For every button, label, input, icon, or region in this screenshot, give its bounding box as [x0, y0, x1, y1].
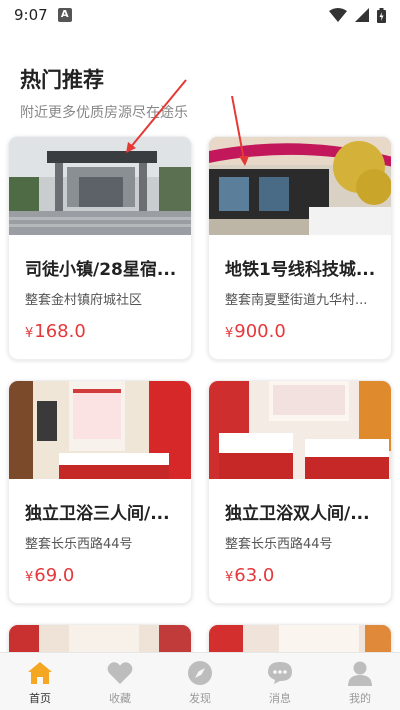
listing-title: 地铁1号线科技城...	[225, 260, 376, 280]
tab-profile[interactable]: 我的	[320, 653, 400, 710]
listing-price: ¥168.0	[25, 321, 86, 342]
listing-price: ¥63.0	[225, 565, 274, 586]
listing-address: 整套金村镇府城社区	[25, 293, 143, 308]
chat-icon	[266, 659, 294, 687]
tab-label: 消息	[269, 692, 291, 705]
listing-address: 整套长乐西路44号	[225, 537, 333, 552]
listing-address: 整套长乐西路44号	[25, 537, 133, 552]
listing-card[interactable]: 地铁1号线科技城... 整套南夏墅街道九华村... ¥900.0	[208, 136, 392, 360]
currency-symbol: ¥	[25, 326, 34, 341]
listing-price: ¥69.0	[25, 565, 74, 586]
home-icon	[26, 659, 54, 687]
bottom-tab-bar: 首页 收藏 发现 消息 我的	[0, 652, 400, 710]
price-value: 69.0	[34, 565, 75, 586]
section-title: 热门推荐	[20, 68, 104, 92]
listing-address: 整套南夏墅街道九华村...	[225, 293, 368, 308]
status-icons	[329, 7, 386, 23]
listing-photo	[9, 137, 191, 235]
price-value: 168.0	[34, 321, 86, 342]
listing-card[interactable]: 独立卫浴三人间/... 整套长乐西路44号 ¥69.0	[8, 380, 192, 604]
listing-photo	[209, 381, 391, 479]
heart-icon	[106, 659, 134, 687]
price-value: 900.0	[234, 321, 286, 342]
notification-icon: A	[57, 8, 72, 22]
currency-symbol: ¥	[225, 570, 234, 585]
listing-card[interactable]: 司徒小镇/28星宿... 整套金村镇府城社区 ¥168.0	[8, 136, 192, 360]
price-value: 63.0	[234, 565, 275, 586]
listing-photo	[209, 137, 391, 235]
currency-symbol: ¥	[25, 570, 34, 585]
tab-label: 发现	[189, 692, 211, 705]
user-icon	[346, 659, 374, 687]
signal-icon	[355, 8, 369, 22]
status-bar: 9:07 A	[0, 0, 400, 30]
tab-label: 收藏	[109, 692, 131, 705]
tab-messages[interactable]: 消息	[240, 653, 320, 710]
compass-icon	[186, 659, 214, 687]
status-time: 9:07	[14, 6, 48, 24]
currency-symbol: ¥	[225, 326, 234, 341]
listing-photo	[9, 381, 191, 479]
listing-card[interactable]: 独立卫浴双人间/... 整套长乐西路44号 ¥63.0	[208, 380, 392, 604]
listing-title: 独立卫浴三人间/...	[25, 504, 170, 524]
battery-icon	[377, 7, 386, 23]
wifi-icon	[329, 8, 347, 22]
listing-title: 司徒小镇/28星宿...	[25, 260, 177, 280]
listing-title: 独立卫浴双人间/...	[225, 504, 370, 524]
section-subtitle: 附近更多优质房源尽在途乐	[20, 105, 188, 121]
listing-price: ¥900.0	[225, 321, 286, 342]
tab-label: 首页	[29, 692, 51, 705]
tab-label: 我的	[349, 692, 371, 705]
tab-discover[interactable]: 发现	[160, 653, 240, 710]
tab-home[interactable]: 首页	[0, 653, 80, 710]
tab-favorites[interactable]: 收藏	[80, 653, 160, 710]
